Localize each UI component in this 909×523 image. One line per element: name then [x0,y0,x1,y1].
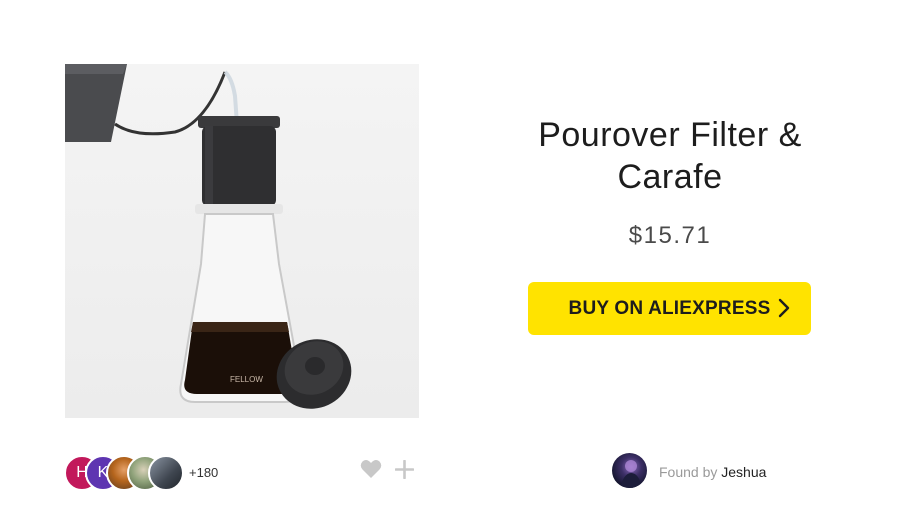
chevron-right-icon [778,298,790,318]
buy-button-label: BUY ON ALIEXPRESS [568,297,771,319]
product-price: $15.71 [628,222,712,249]
finder-photo [620,460,642,488]
product-card: FELLOW Pourover Filter & Carafe $15.71 B… [0,0,909,523]
heart-icon[interactable] [360,459,382,479]
finder-avatar[interactable] [612,453,647,488]
found-by: Found by Jeshua [659,464,766,480]
carafe-brand-text: FELLOW [230,375,263,384]
product-title: Pourover Filter & Carafe [538,116,802,196]
fans-count[interactable]: +180 [189,465,218,480]
avatar[interactable] [148,455,184,491]
plus-icon[interactable] [395,460,414,479]
found-by-prefix: Found by [659,464,718,480]
pourover-carafe-illustration: FELLOW [65,64,352,409]
finder-name-link[interactable]: Jeshua [721,464,766,480]
product-image[interactable]: FELLOW [65,64,419,418]
buy-on-aliexpress-button[interactable]: BUY ON ALIEXPRESS [528,282,811,335]
